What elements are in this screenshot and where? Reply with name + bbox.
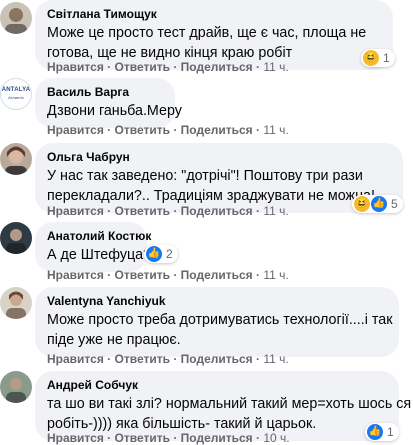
share-link[interactable]: Поделиться (181, 352, 253, 366)
avatar[interactable] (0, 222, 32, 254)
like-link[interactable]: Нравится (47, 268, 104, 282)
comment-timestamp[interactable]: 11 ч. (263, 60, 288, 74)
like-link[interactable]: Нравится (47, 123, 104, 137)
reaction-summary[interactable]: 👍 1 (365, 423, 399, 441)
comment-timestamp[interactable]: 11 ч. (263, 123, 288, 137)
reply-link[interactable]: Ответить (115, 352, 170, 366)
reaction-summary[interactable]: 😆 👍 5 (352, 195, 403, 213)
comment-author[interactable]: Анатолий Костюк (47, 228, 151, 244)
avatar-logo-text: ANTALYA (1, 87, 31, 93)
avatar[interactable] (0, 287, 32, 319)
comment-text: Може це просто тест драйв, ще є час, пло… (47, 25, 367, 61)
comment-timestamp[interactable]: 10 ч. (263, 431, 289, 445)
comment-bubble: Василь Варга Дзвони ганьба.Меру (35, 78, 182, 128)
reply-link[interactable]: Ответить (115, 204, 170, 218)
comment-text: та шо ви такі злі? нормальний такий мер=… (47, 396, 412, 432)
avatar[interactable] (0, 143, 32, 175)
comment-author[interactable]: Світлана Тимощук (47, 6, 381, 22)
reaction-count: 1 (387, 425, 394, 439)
reaction-summary[interactable]: 😆 1 (361, 49, 395, 67)
comment-actions: Нравится · Ответить · Поделиться · 11 ч. (47, 268, 289, 282)
reaction-count: 1 (383, 51, 390, 65)
comment-author[interactable]: Valentyna Yanchiyuk (47, 293, 387, 309)
like-icon: 👍 (367, 424, 383, 440)
comment-actions: Нравится · Ответить · Поделиться · 11 ч. (47, 352, 289, 366)
comment-timestamp[interactable]: 11 ч. (263, 268, 288, 282)
laugh-icon: 😆 (354, 196, 370, 212)
like-link[interactable]: Нравится (47, 60, 104, 74)
share-link[interactable]: Поделиться (181, 123, 253, 137)
share-link[interactable]: Поделиться (181, 204, 253, 218)
like-icon: 👍 (371, 196, 387, 212)
like-icon: 👍 (146, 246, 162, 262)
comment-timestamp[interactable]: 11 ч. (263, 204, 288, 218)
share-link[interactable]: Поделиться (181, 431, 253, 445)
comment-actions: Нравится · Ответить · Поделиться · 11 ч. (47, 60, 289, 74)
comment-bubble: Анатолий Костюк А де Штефуца? (35, 222, 152, 272)
comment-bubble: Ольга Чабрун У нас так заведено: "дотріч… (35, 143, 403, 213)
reply-link[interactable]: Ответить (115, 268, 170, 282)
comment-actions: Нравится · Ответить · Поделиться · 10 ч. (47, 431, 290, 445)
share-link[interactable]: Поделиться (181, 60, 253, 74)
avatar[interactable] (0, 2, 32, 34)
comment-author[interactable]: Андрей Собчук (47, 377, 387, 393)
comment-author[interactable]: Василь Варга (47, 84, 163, 100)
like-link[interactable]: Нравится (47, 431, 104, 445)
comment-text: А де Штефуца? (47, 247, 152, 263)
comment-bubble: Valentyna Yanchiyuk Може просто треба до… (35, 287, 399, 357)
comment-text: Може просто треба дотримуватись технолог… (47, 312, 393, 348)
comment-text: У нас так заведено: "дотрічі"! Поштову т… (47, 168, 375, 204)
avatar[interactable] (0, 371, 32, 403)
comment-actions: Нравится · Ответить · Поделиться · 11 ч. (47, 123, 289, 137)
comment-text: Дзвони ганьба.Меру (47, 103, 182, 119)
avatar-logo-subtext: Атлантіс (8, 95, 24, 100)
reaction-count: 2 (166, 247, 173, 261)
comment-actions: Нравится · Ответить · Поделиться · 11 ч. (47, 204, 289, 218)
reaction-summary[interactable]: 👍 2 (144, 245, 178, 263)
like-link[interactable]: Нравится (47, 352, 104, 366)
comment-author[interactable]: Ольга Чабрун (47, 149, 391, 165)
share-link[interactable]: Поделиться (181, 268, 253, 282)
like-link[interactable]: Нравится (47, 204, 104, 218)
reply-link[interactable]: Ответить (115, 60, 170, 74)
reply-link[interactable]: Ответить (115, 431, 170, 445)
reply-link[interactable]: Ответить (115, 123, 170, 137)
laugh-icon: 😆 (363, 50, 379, 66)
avatar[interactable]: ANTALYA Атлантіс (0, 78, 32, 110)
reaction-count: 5 (391, 197, 398, 211)
comment-timestamp[interactable]: 11 ч. (263, 352, 288, 366)
